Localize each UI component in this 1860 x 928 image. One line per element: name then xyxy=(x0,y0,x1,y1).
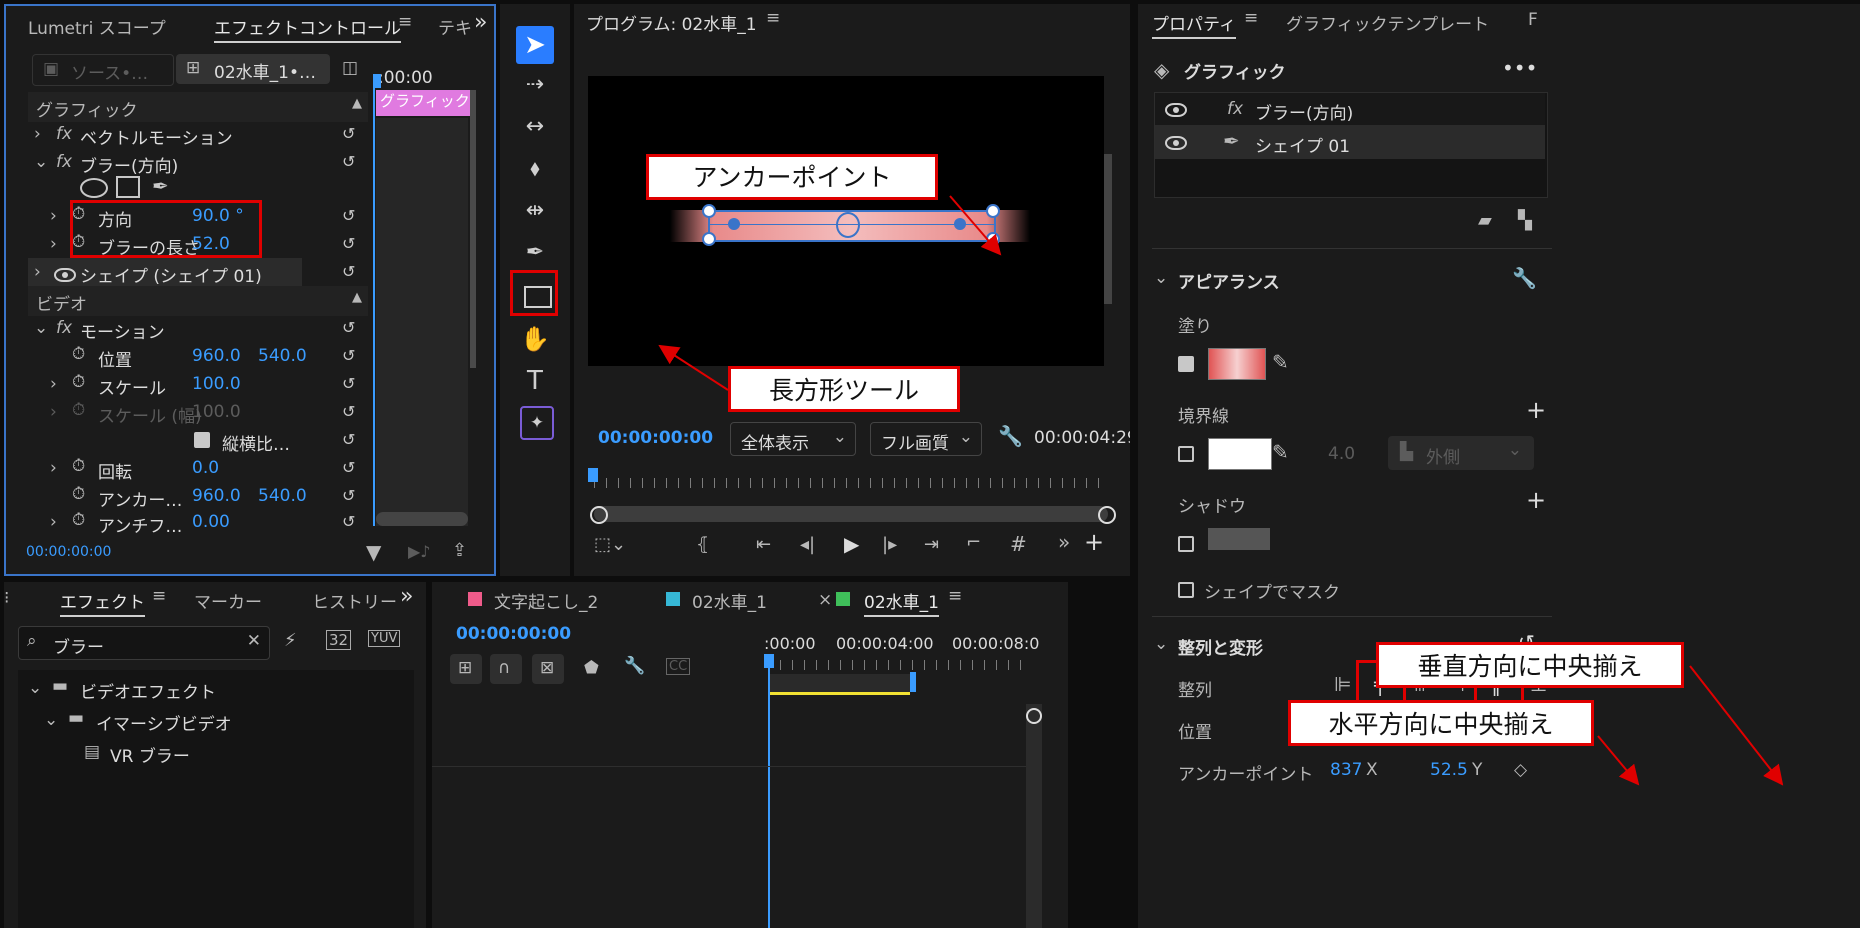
callout-rect-tool: 長方形ツール xyxy=(728,366,960,412)
callout-arrows xyxy=(658,195,1784,786)
callout-horiz-center: 水平方向に中央揃え xyxy=(1288,700,1594,746)
callout-vert-center: 垂直方向に中央揃え xyxy=(1376,642,1684,688)
callout-anchor-point: アンカーポイント xyxy=(646,154,938,200)
